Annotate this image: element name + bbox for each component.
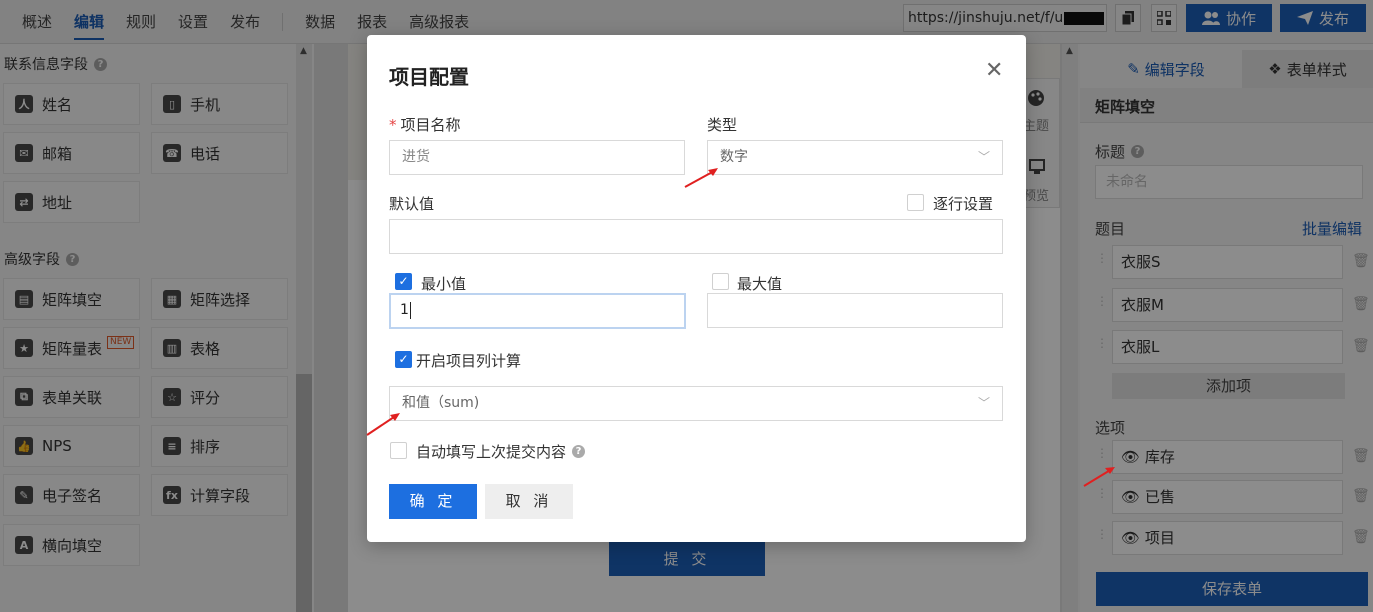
- calc-method-select[interactable]: 和值（sum) ﹀: [389, 386, 1003, 421]
- type-select[interactable]: 数字 ﹀: [707, 140, 1003, 175]
- dialog-title: 项目配置: [389, 65, 469, 89]
- default-value-input[interactable]: [389, 219, 1003, 254]
- annotation-arrow-icon: [684, 168, 718, 188]
- max-value-checkbox[interactable]: [712, 273, 729, 290]
- cancel-button[interactable]: 取 消: [485, 484, 573, 519]
- required-mark: *: [389, 116, 397, 134]
- max-value-label: 最大值: [737, 275, 783, 293]
- min-value-checkbox[interactable]: ✓: [395, 273, 412, 290]
- confirm-button[interactable]: 确 定: [389, 484, 477, 519]
- row-setting-label: 逐行设置: [933, 195, 994, 213]
- type-label: 类型: [707, 116, 738, 134]
- text-caret: [409, 301, 411, 319]
- min-value-text: 1: [400, 302, 409, 318]
- annotation-arrow-icon: [366, 413, 400, 436]
- type-select-value: 数字: [720, 149, 748, 165]
- autofill-checkbox[interactable]: [390, 442, 407, 459]
- annotation-arrow-icon: [1083, 467, 1115, 487]
- default-value-label: 默认值: [389, 195, 435, 213]
- item-name-input[interactable]: 进货: [389, 140, 685, 175]
- close-icon[interactable]: ✕: [985, 60, 1003, 82]
- autofill-label-text: 自动填写上次提交内容: [416, 443, 567, 461]
- chevron-down-icon: ﹀: [977, 150, 990, 164]
- min-value-input[interactable]: 1: [389, 293, 686, 329]
- autofill-label: 自动填写上次提交内容 ?: [416, 441, 586, 462]
- chevron-down-icon: ﹀: [977, 396, 990, 410]
- row-setting-checkbox[interactable]: [907, 194, 924, 211]
- item-name-label: * 项目名称: [389, 114, 461, 135]
- help-icon[interactable]: ?: [572, 445, 586, 458]
- min-value-label: 最小值: [421, 275, 467, 293]
- calc-method-value: 和值（sum): [402, 395, 480, 411]
- column-calc-label: 开启项目列计算: [416, 352, 522, 370]
- column-calc-checkbox[interactable]: ✓: [395, 351, 412, 368]
- max-value-input[interactable]: [707, 293, 1003, 328]
- item-name-label-text: 项目名称: [400, 116, 461, 134]
- item-config-dialog: 项目配置 ✕ * 项目名称 进货 类型 数字 ﹀ 默认值 逐行设置 ✓ 最小值 1…: [367, 35, 1026, 542]
